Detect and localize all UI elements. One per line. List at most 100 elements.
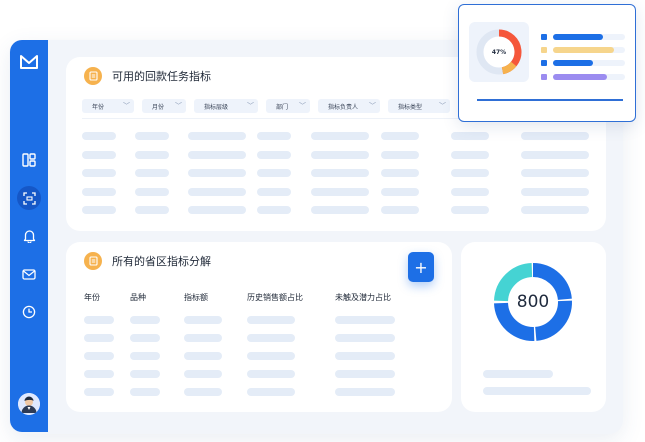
legend-bar-fill <box>553 34 604 40</box>
placeholder-cell <box>82 169 116 177</box>
placeholder-cell <box>257 187 291 196</box>
placeholder-cell <box>247 370 295 378</box>
legend-bar-fill <box>553 74 607 80</box>
logo-icon <box>20 55 38 69</box>
placeholder-cell <box>381 187 419 196</box>
placeholder-cell <box>521 206 589 214</box>
column-year: 年份 <box>84 293 100 302</box>
placeholder-cell <box>84 370 114 378</box>
placeholder-cell <box>130 370 160 378</box>
placeholder-cell <box>135 206 169 214</box>
donut-card: 800 <box>461 242 606 412</box>
filter-label: 年份 <box>92 103 105 111</box>
placeholder-cell <box>451 169 489 177</box>
card-title: 所有的省区指标分解 <box>112 255 211 268</box>
column-potential-share: 未触及潜力占比 <box>335 293 391 302</box>
placeholder-cell <box>311 150 369 159</box>
placeholder-cell <box>84 352 114 360</box>
placeholder-cell <box>188 169 246 177</box>
legend-marker <box>541 34 547 40</box>
placeholder-cell <box>247 316 295 324</box>
placeholder-cell <box>82 150 116 159</box>
clock-icon[interactable] <box>19 302 39 322</box>
document-icon <box>84 67 102 85</box>
placeholder-cell <box>257 132 291 140</box>
legend-bar-track <box>553 74 625 80</box>
donut-chart: 800 <box>491 260 575 344</box>
chevron-down-icon: ﹀ <box>439 102 446 110</box>
placeholder-cell <box>84 388 114 396</box>
placeholder-cell <box>188 150 246 159</box>
placeholder-cell <box>451 150 489 159</box>
placeholder-cell <box>135 187 169 196</box>
placeholder-cell <box>188 187 246 196</box>
placeholder-cell <box>311 206 369 214</box>
region-indicator-card: 所有的省区指标分解 + 年份 品种 指标额 历史销售额占比 未触及潜力占比 <box>66 242 452 412</box>
legend-bar-track <box>553 34 625 40</box>
placeholder-cell <box>184 316 222 324</box>
placeholder-cell <box>521 187 589 196</box>
placeholder-cell <box>451 132 489 140</box>
placeholder-cell <box>84 316 114 324</box>
placeholder-cell <box>381 169 419 177</box>
filter-label: 月份 <box>152 103 165 111</box>
placeholder-cell <box>135 132 169 140</box>
column-variety: 品种 <box>130 293 146 302</box>
filter-label: 指标负责人 <box>328 103 359 111</box>
donut-value: 800 <box>516 292 550 312</box>
filter-year[interactable]: 年份 ﹀ <box>82 99 134 113</box>
chevron-down-icon: ﹀ <box>123 102 130 110</box>
column-target: 指标额 <box>184 293 208 302</box>
legend-marker <box>541 74 547 80</box>
chevron-down-icon: ﹀ <box>299 102 306 110</box>
placeholder-cell <box>257 169 291 177</box>
placeholder-cell <box>247 334 295 342</box>
document-icon <box>84 252 102 270</box>
placeholder-cell <box>451 206 489 214</box>
placeholder-cell <box>184 370 222 378</box>
placeholder-cell <box>335 352 395 360</box>
chevron-down-icon: ﹀ <box>247 102 254 110</box>
placeholder-cell <box>188 132 246 140</box>
placeholder-line <box>483 387 591 395</box>
placeholder-cell <box>82 206 116 214</box>
placeholder-line <box>483 370 553 378</box>
bell-icon[interactable] <box>19 226 39 246</box>
scan-icon[interactable] <box>17 186 41 210</box>
legend-marker <box>541 60 547 66</box>
placeholder-cell <box>335 388 395 396</box>
filter-type[interactable]: 指标类型 ﹀ <box>388 99 450 113</box>
card-header: 所有的省区指标分解 <box>84 252 211 270</box>
avatar[interactable] <box>18 393 40 415</box>
card-header: 可用的回款任务指标 <box>84 67 211 85</box>
placeholder-cell <box>247 352 295 360</box>
placeholder-cell <box>521 132 589 140</box>
placeholder-cell <box>335 316 395 324</box>
add-button[interactable]: + <box>408 252 434 282</box>
dashboard-icon[interactable] <box>19 150 39 170</box>
placeholder-cell <box>311 187 369 196</box>
percent-label: 47% <box>491 48 507 56</box>
filter-month[interactable]: 月份 ﹀ <box>142 99 186 113</box>
mail-icon[interactable] <box>19 264 39 284</box>
placeholder-cell <box>257 206 291 214</box>
placeholder-cell <box>521 150 589 159</box>
legend-bar-fill <box>553 60 593 66</box>
placeholder-cell <box>381 150 419 159</box>
placeholder-cell <box>130 388 160 396</box>
legend-bar-track <box>553 47 625 53</box>
summary-popup: 47% <box>458 4 636 122</box>
filter-owner[interactable]: 指标负责人 ﹀ <box>318 99 380 113</box>
stage: 可用的回款任务指标 年份 ﹀ 月份 ﹀ 指标层级 ﹀ 部门 ﹀ 指标负责人 ﹀ 指标类型 ﹀… <box>0 0 645 442</box>
filter-label: 指标层级 <box>204 103 229 111</box>
placeholder-cell <box>184 388 222 396</box>
placeholder-cell <box>521 169 589 177</box>
placeholder-cell <box>381 132 419 140</box>
placeholder-cell <box>82 132 116 140</box>
filter-department[interactable]: 部门 ﹀ <box>266 99 310 113</box>
filter-bar: 年份 ﹀ 月份 ﹀ 指标层级 ﹀ 部门 ﹀ 指标负责人 ﹀ 指标类型 ﹀ <box>82 99 450 113</box>
filter-level[interactable]: 指标层级 ﹀ <box>194 99 258 113</box>
placeholder-cell <box>451 187 489 196</box>
placeholder-cell <box>135 169 169 177</box>
placeholder-cell <box>130 352 160 360</box>
